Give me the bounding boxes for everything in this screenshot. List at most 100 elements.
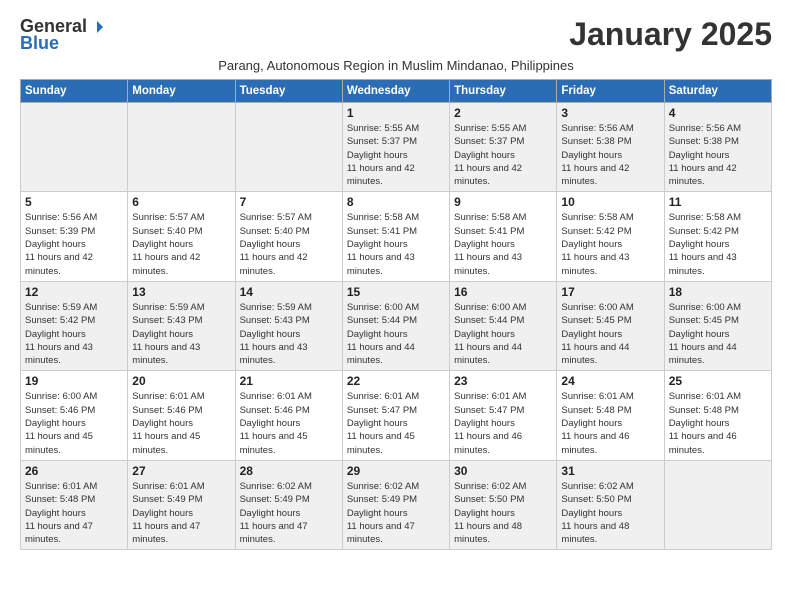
col-header-thursday: Thursday (450, 80, 557, 103)
calendar-cell: 24Sunrise: 6:01 AMSunset: 5:48 PMDayligh… (557, 371, 664, 460)
day-info: Sunrise: 5:59 AMSunset: 5:43 PMDaylight … (240, 301, 338, 367)
calendar-cell: 19 Sunrise: 6:00 AMSunset: 5:46 PMDayligh… (21, 371, 128, 460)
day-number: 1 (347, 106, 445, 120)
calendar-cell: 12 Sunrise: 5:59 AMSunset: 5:42 PMDayligh… (21, 281, 128, 370)
day-number: 16 (454, 285, 552, 299)
calendar-cell: 15 Sunrise: 6:00 AMSunset: 5:44 PMDayligh… (342, 281, 449, 370)
day-number: 8 (347, 195, 445, 209)
calendar-cell: 3Sunrise: 5:56 AMSunset: 5:38 PMDaylight… (557, 103, 664, 192)
day-info: Sunrise: 6:00 AMSunset: 5:44 PMDaylight … (454, 301, 552, 367)
day-number: 23 (454, 374, 552, 388)
day-number: 28 (240, 464, 338, 478)
logo: General Blue (20, 16, 105, 54)
calendar-cell: 16 Sunrise: 6:00 AMSunset: 5:44 PMDayligh… (450, 281, 557, 370)
day-number: 17 (561, 285, 659, 299)
col-header-monday: Monday (128, 80, 235, 103)
calendar-cell: 21Sunrise: 6:01 AMSunset: 5:46 PMDayligh… (235, 371, 342, 460)
day-number: 9 (454, 195, 552, 209)
col-header-friday: Friday (557, 80, 664, 103)
calendar-cell: 11Sunrise: 5:58 AMSunset: 5:42 PMDayligh… (664, 192, 771, 281)
day-number: 24 (561, 374, 659, 388)
col-header-sunday: Sunday (21, 80, 128, 103)
day-info: Sunrise: 5:58 AMSunset: 5:41 PMDaylight … (454, 211, 552, 277)
day-number: 29 (347, 464, 445, 478)
calendar-cell: 1 Sunrise: 5:55 AMSunset: 5:37 PMDaylight… (342, 103, 449, 192)
day-info: Sunrise: 5:59 AMSunset: 5:43 PMDaylight … (132, 301, 230, 367)
day-number: 20 (132, 374, 230, 388)
day-info: Sunrise: 5:57 AMSunset: 5:40 PMDaylight … (240, 211, 338, 277)
day-info: Sunrise: 5:59 AMSunset: 5:42 PMDaylight … (25, 301, 123, 367)
calendar-cell: 27 Sunrise: 6:01 AMSunset: 5:49 PMDayligh… (128, 460, 235, 549)
calendar-cell: 17 Sunrise: 6:00 AMSunset: 5:45 PMDayligh… (557, 281, 664, 370)
calendar-cell (21, 103, 128, 192)
day-number: 10 (561, 195, 659, 209)
day-info: Sunrise: 6:02 AMSunset: 5:50 PMDaylight … (454, 480, 552, 546)
day-info: Sunrise: 6:01 AMSunset: 5:46 PMDaylight … (240, 390, 338, 456)
calendar-header-row: SundayMondayTuesdayWednesdayThursdayFrid… (21, 80, 772, 103)
logo-icon (89, 19, 105, 35)
day-number: 13 (132, 285, 230, 299)
day-number: 19 (25, 374, 123, 388)
day-info: Sunrise: 5:57 AMSunset: 5:40 PMDaylight … (132, 211, 230, 277)
day-number: 4 (669, 106, 767, 120)
calendar-cell: 25 Sunrise: 6:01 AMSunset: 5:48 PMDayligh… (664, 371, 771, 460)
day-number: 5 (25, 195, 123, 209)
day-info: Sunrise: 5:55 AMSunset: 5:37 PMDaylight … (347, 122, 445, 188)
calendar-cell: 5 Sunrise: 5:56 AMSunset: 5:39 PMDaylight… (21, 192, 128, 281)
calendar-cell: 31 Sunrise: 6:02 AMSunset: 5:50 PMDayligh… (557, 460, 664, 549)
calendar-cell: 2Sunrise: 5:55 AMSunset: 5:37 PMDaylight… (450, 103, 557, 192)
calendar-cell: 10 Sunrise: 5:58 AMSunset: 5:42 PMDayligh… (557, 192, 664, 281)
week-row-1: 1 Sunrise: 5:55 AMSunset: 5:37 PMDaylight… (21, 103, 772, 192)
page: General Blue January 2025 Parang, Autono… (0, 0, 792, 560)
day-number: 2 (454, 106, 552, 120)
calendar-cell: 20 Sunrise: 6:01 AMSunset: 5:46 PMDayligh… (128, 371, 235, 460)
subtitle: Parang, Autonomous Region in Muslim Mind… (20, 58, 772, 73)
day-info: Sunrise: 6:00 AMSunset: 5:46 PMDaylight … (25, 390, 123, 456)
day-number: 14 (240, 285, 338, 299)
day-number: 30 (454, 464, 552, 478)
day-number: 7 (240, 195, 338, 209)
calendar-cell: 14 Sunrise: 5:59 AMSunset: 5:43 PMDayligh… (235, 281, 342, 370)
calendar-cell (664, 460, 771, 549)
calendar-cell: 13 Sunrise: 5:59 AMSunset: 5:43 PMDayligh… (128, 281, 235, 370)
day-info: Sunrise: 6:02 AMSunset: 5:50 PMDaylight … (561, 480, 659, 546)
header: General Blue January 2025 (20, 16, 772, 54)
calendar-cell: 18 Sunrise: 6:00 AMSunset: 5:45 PMDayligh… (664, 281, 771, 370)
day-info: Sunrise: 6:01 AMSunset: 5:47 PMDaylight … (454, 390, 552, 456)
day-number: 6 (132, 195, 230, 209)
col-header-wednesday: Wednesday (342, 80, 449, 103)
logo-blue: Blue (20, 33, 59, 54)
calendar-cell: 30 Sunrise: 6:02 AMSunset: 5:50 PMDayligh… (450, 460, 557, 549)
week-row-2: 5 Sunrise: 5:56 AMSunset: 5:39 PMDaylight… (21, 192, 772, 281)
day-info: Sunrise: 6:01 AMSunset: 5:49 PMDaylight … (132, 480, 230, 546)
day-info: Sunrise: 5:56 AMSunset: 5:39 PMDaylight … (25, 211, 123, 277)
month-title: January 2025 (569, 16, 772, 53)
day-info: Sunrise: 6:01 AMSunset: 5:47 PMDaylight … (347, 390, 445, 456)
week-row-5: 26Sunrise: 6:01 AMSunset: 5:48 PMDayligh… (21, 460, 772, 549)
day-number: 15 (347, 285, 445, 299)
day-number: 31 (561, 464, 659, 478)
calendar-cell: 23 Sunrise: 6:01 AMSunset: 5:47 PMDayligh… (450, 371, 557, 460)
day-number: 12 (25, 285, 123, 299)
day-info: Sunrise: 6:01 AMSunset: 5:46 PMDaylight … (132, 390, 230, 456)
day-info: Sunrise: 6:00 AMSunset: 5:45 PMDaylight … (561, 301, 659, 367)
day-info: Sunrise: 6:00 AMSunset: 5:45 PMDaylight … (669, 301, 767, 367)
calendar: SundayMondayTuesdayWednesdayThursdayFrid… (20, 79, 772, 550)
day-info: Sunrise: 6:01 AMSunset: 5:48 PMDaylight … (25, 480, 123, 546)
day-number: 25 (669, 374, 767, 388)
day-info: Sunrise: 5:56 AMSunset: 5:38 PMDaylight … (669, 122, 767, 188)
calendar-cell: 6 Sunrise: 5:57 AMSunset: 5:40 PMDaylight… (128, 192, 235, 281)
day-number: 11 (669, 195, 767, 209)
day-number: 22 (347, 374, 445, 388)
calendar-cell: 7 Sunrise: 5:57 AMSunset: 5:40 PMDaylight… (235, 192, 342, 281)
day-number: 27 (132, 464, 230, 478)
week-row-3: 12 Sunrise: 5:59 AMSunset: 5:42 PMDayligh… (21, 281, 772, 370)
day-info: Sunrise: 5:58 AMSunset: 5:42 PMDaylight … (561, 211, 659, 277)
calendar-cell: 22 Sunrise: 6:01 AMSunset: 5:47 PMDayligh… (342, 371, 449, 460)
day-info: Sunrise: 6:01 AMSunset: 5:48 PMDaylight … (669, 390, 767, 456)
day-info: Sunrise: 5:56 AMSunset: 5:38 PMDaylight … (561, 122, 659, 188)
calendar-cell: 9 Sunrise: 5:58 AMSunset: 5:41 PMDaylight… (450, 192, 557, 281)
day-number: 18 (669, 285, 767, 299)
calendar-cell: 8Sunrise: 5:58 AMSunset: 5:41 PMDaylight… (342, 192, 449, 281)
day-info: Sunrise: 6:00 AMSunset: 5:44 PMDaylight … (347, 301, 445, 367)
